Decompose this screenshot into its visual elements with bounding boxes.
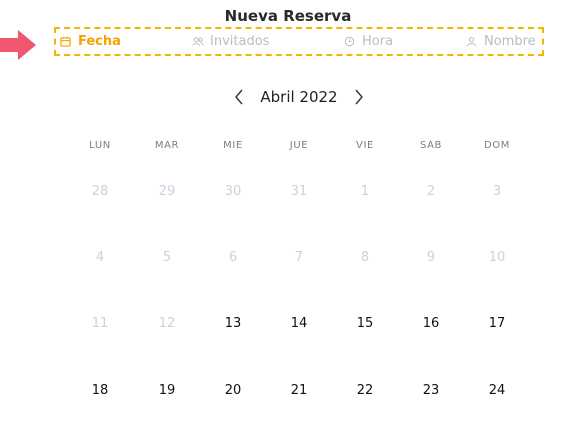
calendar-day-disabled: 6 bbox=[228, 250, 238, 265]
weekday-label: JUE bbox=[289, 140, 309, 151]
calendar-day-disabled: 11 bbox=[91, 316, 109, 331]
step-label: Invitados bbox=[210, 34, 270, 49]
calendar-day-disabled: 3 bbox=[492, 184, 502, 199]
calendar-day[interactable]: 14 bbox=[277, 311, 321, 337]
calendar-day[interactable]: 16 bbox=[409, 311, 453, 337]
calendar-day-disabled: 10 bbox=[488, 250, 506, 265]
calendar-day[interactable]: 15 bbox=[343, 311, 387, 337]
step-label: Hora bbox=[362, 34, 394, 49]
prev-month-button[interactable] bbox=[230, 86, 248, 108]
calendar-day[interactable]: 23 bbox=[409, 378, 453, 404]
calendar-day[interactable]: 19 bbox=[145, 378, 189, 404]
weekday-label: LUN bbox=[89, 140, 111, 151]
calendar-day-disabled: 30 bbox=[224, 184, 242, 199]
calendar-grid: 28 29 30 31 1 2 3 4 5 6 7 8 9 10 11 12 13 14 15 16 17 18 19 20 2… bbox=[0, 0, 576, 440]
users-icon bbox=[192, 36, 204, 48]
weekday-label: DOM bbox=[484, 140, 510, 151]
weekday-header: LUN MAR MIE JUE VIE SAB DOM bbox=[0, 140, 576, 154]
calendar-day[interactable]: 13 bbox=[211, 311, 255, 337]
calendar-day-disabled: 1 bbox=[360, 184, 370, 199]
calendar-day[interactable]: 18 bbox=[78, 378, 122, 404]
calendar-day[interactable]: 22 bbox=[343, 378, 387, 404]
weekday-label: MIE bbox=[223, 140, 243, 151]
month-label: Abril 2022 bbox=[260, 88, 338, 106]
calendar-day[interactable]: 24 bbox=[475, 378, 519, 404]
calendar-day-disabled: 31 bbox=[290, 184, 308, 199]
chevron-left-icon bbox=[235, 89, 243, 105]
calendar-day-disabled: 12 bbox=[158, 316, 176, 331]
step-nombre[interactable]: Nombre bbox=[466, 29, 536, 54]
calendar-day-disabled: 8 bbox=[360, 250, 370, 265]
weekday-label: SAB bbox=[419, 140, 443, 151]
user-icon bbox=[466, 36, 478, 48]
calendar-day[interactable]: 17 bbox=[475, 311, 519, 337]
calendar-day-disabled: 9 bbox=[426, 250, 436, 265]
step-invitados[interactable]: Invitados bbox=[192, 29, 269, 54]
calendar-day-disabled: 5 bbox=[162, 250, 172, 265]
step-label: Nombre bbox=[484, 34, 536, 49]
weekday-label: MAR bbox=[154, 140, 180, 151]
calendar-day-disabled: 7 bbox=[294, 250, 304, 265]
next-month-button[interactable] bbox=[350, 86, 368, 108]
chevron-right-icon bbox=[355, 89, 363, 105]
step-hora[interactable]: Hora bbox=[344, 29, 393, 54]
pointer-arrow-icon bbox=[0, 30, 36, 60]
calendar-icon bbox=[60, 36, 72, 48]
calendar-day[interactable]: 21 bbox=[277, 378, 321, 404]
calendar-day-disabled: 28 bbox=[91, 184, 109, 199]
booking-steps: Fecha Invitados Hora Nombre bbox=[54, 27, 544, 56]
clock-icon bbox=[344, 36, 356, 48]
calendar-day-disabled: 4 bbox=[95, 250, 105, 265]
weekday-label: VIE bbox=[356, 140, 374, 151]
calendar-day[interactable]: 20 bbox=[211, 378, 255, 404]
calendar-day-disabled: 2 bbox=[426, 184, 436, 199]
step-label: Fecha bbox=[78, 34, 121, 49]
month-navigation: Abril 2022 bbox=[0, 86, 576, 108]
calendar-day-disabled: 29 bbox=[158, 184, 176, 199]
page-title: Nueva Reserva bbox=[224, 7, 352, 25]
step-fecha[interactable]: Fecha bbox=[60, 29, 121, 54]
